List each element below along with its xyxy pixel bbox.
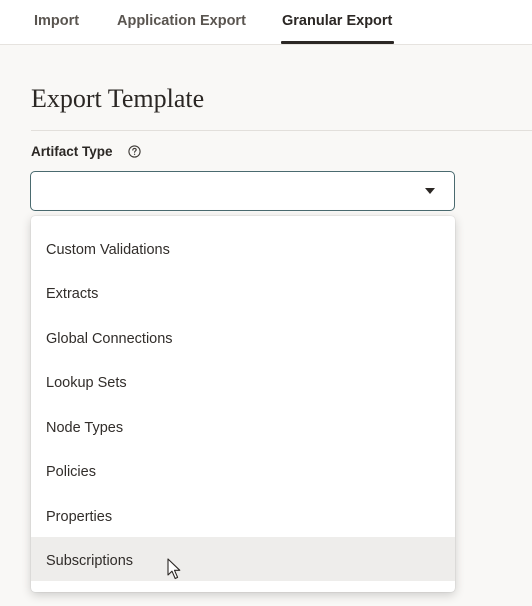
- option-properties[interactable]: Properties: [31, 493, 455, 537]
- tab-bar: Import Application Export Granular Expor…: [0, 0, 532, 45]
- tab-application-export[interactable]: Application Export: [117, 13, 246, 29]
- option-policies[interactable]: Policies: [31, 448, 455, 492]
- caret-down-icon[interactable]: [425, 188, 435, 194]
- option-label: Global Connections: [46, 331, 173, 347]
- option-lookup-sets[interactable]: Lookup Sets: [31, 359, 455, 403]
- artifact-type-select[interactable]: [30, 171, 455, 211]
- option-label: Subscriptions: [46, 553, 134, 569]
- artifact-type-dropdown: Custom Validations Extracts Global Conne…: [31, 216, 455, 592]
- active-tab-indicator: [281, 41, 394, 44]
- option-label: Extracts: [46, 286, 99, 302]
- page: Import Application Export Granular Expor…: [0, 0, 532, 606]
- option-global-connections[interactable]: Global Connections: [31, 315, 455, 359]
- tab-import[interactable]: Import: [34, 13, 79, 29]
- option-label: Properties: [46, 509, 113, 525]
- tab-granular-export[interactable]: Granular Export: [282, 13, 392, 29]
- divider: [31, 130, 532, 131]
- option-label: Node Types: [46, 420, 124, 436]
- artifact-type-label: Artifact Type: [31, 144, 113, 159]
- option-label: Lookup Sets: [46, 375, 127, 391]
- option-node-types[interactable]: Node Types: [31, 404, 455, 448]
- option-label: Policies: [46, 464, 96, 480]
- option-label: Custom Validations: [46, 242, 170, 258]
- question-circle-icon[interactable]: [128, 145, 141, 158]
- mouse-pointer-icon: [167, 558, 181, 580]
- option-extracts[interactable]: Extracts: [31, 270, 455, 314]
- option-custom-validations[interactable]: Custom Validations: [31, 226, 455, 270]
- option-subscriptions[interactable]: Subscriptions: [31, 537, 455, 581]
- page-title: Export Template: [31, 84, 205, 113]
